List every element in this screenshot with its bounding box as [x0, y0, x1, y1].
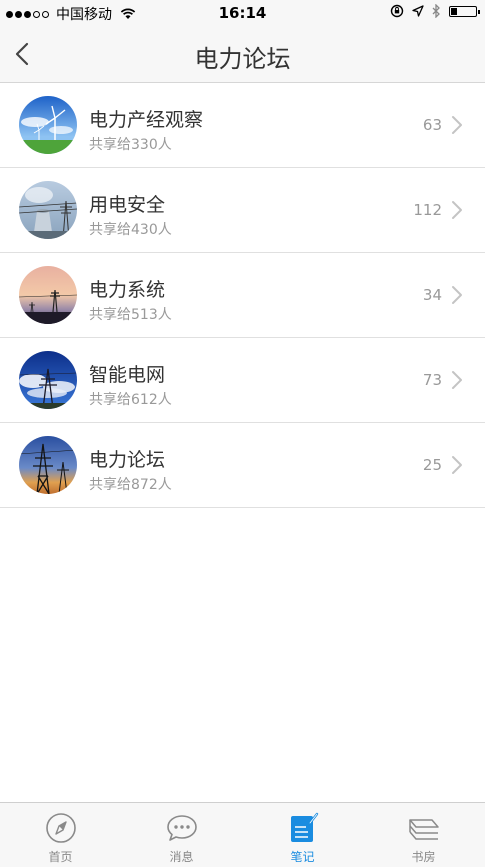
list-item-title: 电力论坛 [89, 449, 166, 471]
tab-label: 消息 [169, 850, 194, 864]
tab-home[interactable]: 首页 [0, 803, 121, 867]
list-item[interactable]: 电力产经观察 共享给330人 63 [0, 83, 485, 168]
page-title: 电力论坛 [194, 45, 291, 73]
list-item-count: 63 [422, 116, 442, 134]
bluetooth-icon [432, 4, 440, 18]
list-item-subtitle: 共享给330人 [89, 137, 172, 153]
orientation-lock-icon [390, 4, 404, 18]
chat-bubble-icon [167, 815, 197, 841]
battery-icon [449, 5, 480, 17]
location-arrow-icon [412, 5, 424, 17]
list-item-title: 用电安全 [89, 194, 166, 216]
tab-label: 首页 [48, 850, 73, 864]
list-item-title: 电力系统 [89, 279, 166, 301]
tab-notes[interactable]: 笔记 [242, 803, 363, 867]
list-item[interactable]: 电力论坛 共享给872人 25 [0, 423, 485, 508]
books-stack-icon [409, 819, 439, 840]
list-item-count: 34 [422, 286, 442, 304]
status-bar: 中国移动 16:14 [0, 0, 485, 26]
nav-bar: 电力论坛 [0, 26, 485, 83]
list-item-count: 73 [422, 371, 442, 389]
list-item-count: 25 [422, 456, 442, 474]
channel-avatar [19, 181, 77, 239]
chevron-right-icon [452, 201, 462, 219]
list-item-title: 智能电网 [89, 364, 166, 386]
list-item[interactable]: 电力系统 共享给513人 34 [0, 253, 485, 338]
battery-level [451, 7, 457, 15]
list-item[interactable]: 智能电网 共享给612人 73 [0, 338, 485, 423]
chevron-right-icon [452, 456, 462, 474]
note-edit-icon [291, 812, 319, 842]
tab-messages[interactable]: 消息 [121, 803, 242, 867]
list-item-subtitle: 共享给513人 [89, 307, 172, 323]
chevron-right-icon [452, 116, 462, 134]
channel-avatar [19, 351, 77, 409]
compass-icon [46, 813, 76, 843]
chevron-right-icon [452, 371, 462, 389]
channel-avatar [19, 436, 77, 494]
channel-avatar [19, 266, 77, 324]
list-item-count: 112 [413, 201, 442, 219]
tab-label: 笔记 [290, 850, 315, 864]
channel-avatar [19, 96, 77, 154]
list-item-title: 电力产经观察 [89, 109, 204, 131]
tab-study[interactable]: 书房 [363, 803, 484, 867]
tab-label: 书房 [411, 850, 436, 864]
list-item-subtitle: 共享给430人 [89, 222, 172, 238]
list-item-subtitle: 共享给612人 [89, 392, 172, 408]
tab-bar: 首页 消息 笔记 书房 [0, 802, 485, 867]
status-right [390, 4, 480, 18]
list-item-subtitle: 共享给872人 [89, 477, 172, 493]
list-item[interactable]: 用电安全 共享给430人 112 [0, 168, 485, 253]
channel-list: 电力产经观察 共享给330人 63 用电安全 共享给430人 112 电力系统 … [0, 83, 485, 508]
chevron-right-icon [452, 286, 462, 304]
